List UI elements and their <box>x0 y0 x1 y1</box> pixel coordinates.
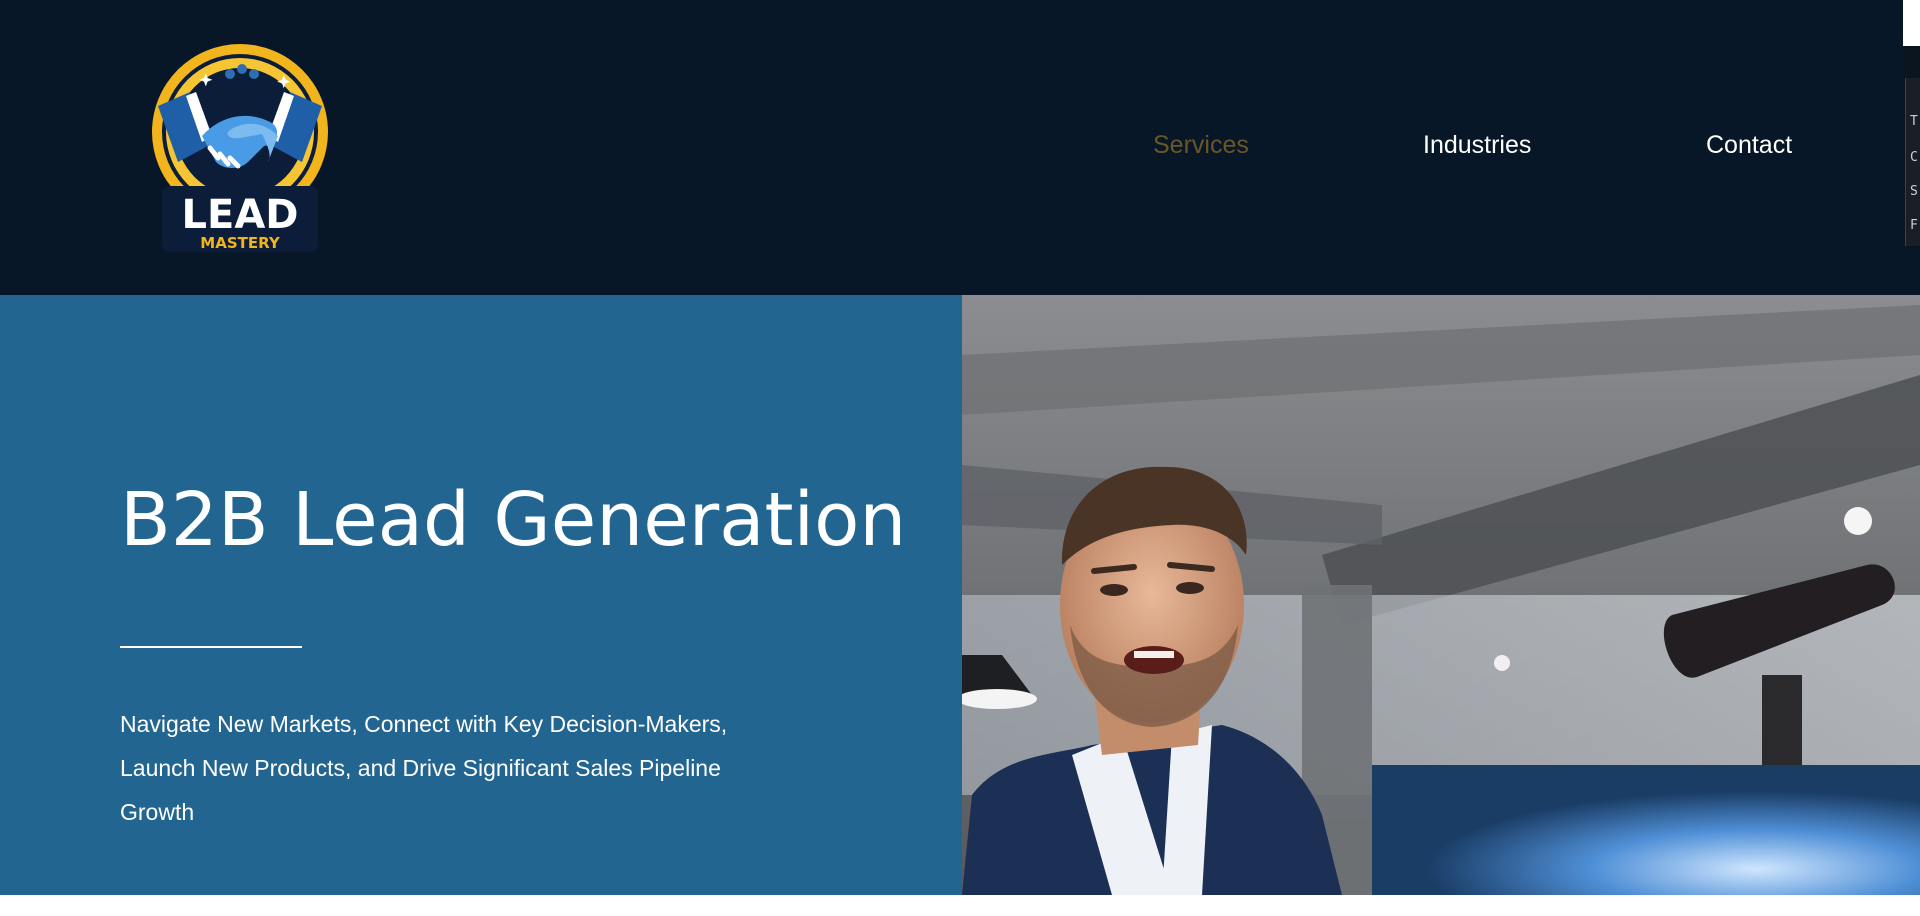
edge-widget-top <box>1903 0 1920 46</box>
page: LEAD MASTERY Services Industries Contact… <box>0 0 1920 916</box>
hero-divider <box>120 646 302 648</box>
nav-industries[interactable]: Industries <box>1423 125 1531 165</box>
edge-widget-panel: T C S F <box>1905 78 1920 246</box>
logo-word: LEAD <box>182 192 299 238</box>
edge-widget-char: S <box>1910 184 1918 199</box>
main-nav: Services Industries Contact <box>0 125 1920 165</box>
nav-services[interactable]: Services <box>1153 125 1249 165</box>
hero-title: B2B Lead Generation <box>120 477 907 563</box>
man-speaking-photo <box>962 295 1920 895</box>
edge-widget-char: C <box>1910 150 1918 165</box>
logo-tagline: MASTERY <box>200 234 281 252</box>
edge-widget-char: F <box>1910 218 1918 233</box>
photo-illustration <box>962 295 1920 895</box>
nav-contact[interactable]: Contact <box>1706 125 1792 165</box>
site-header: LEAD MASTERY Services Industries Contact… <box>0 0 1920 295</box>
edge-widget[interactable]: T C S F <box>1903 0 1920 248</box>
page-bottom-strip <box>0 895 1920 916</box>
hero-subtitle: Navigate New Markets, Connect with Key D… <box>120 711 728 825</box>
edge-widget-char: T <box>1910 114 1918 129</box>
